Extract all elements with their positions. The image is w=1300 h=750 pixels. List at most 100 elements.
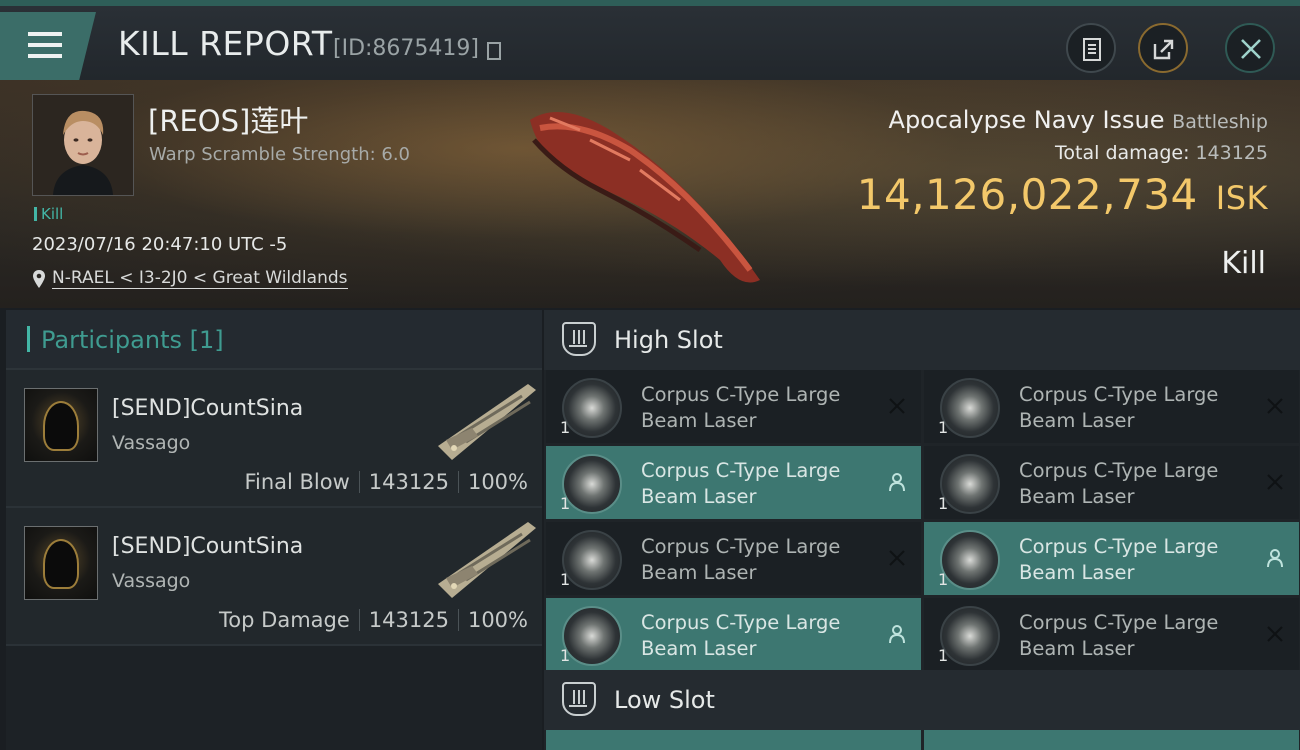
destroyed-icon	[1267, 474, 1283, 490]
module-icon	[940, 530, 1000, 590]
module-name-line1: Corpus C-Type Large	[641, 383, 841, 406]
module-quantity: 1	[938, 494, 949, 513]
module-item[interactable]: 1 Corpus C-Type Large Beam Laser	[924, 522, 1299, 595]
participants-header[interactable]: Participants [1]	[6, 310, 542, 370]
module-name-line2: Beam Laser	[1019, 637, 1135, 660]
module-name-line1: Corpus C-Type Large	[1019, 535, 1219, 558]
low-slot-header: Low Slot	[544, 670, 1300, 730]
copy-icon[interactable]	[487, 42, 501, 60]
warp-scramble-strength: Warp Scramble Strength: 6.0	[149, 144, 411, 165]
total-damage: Total damage: 143125	[1055, 142, 1268, 164]
kill-location[interactable]: N-RAEL < I3-2J0 < Great Wildlands	[32, 268, 348, 289]
module-icon	[940, 606, 1000, 666]
module-quantity: 1	[938, 418, 949, 437]
module-quantity: 1	[560, 646, 571, 665]
module-item[interactable]: 1 Corpus C-Type Large Beam Laser	[924, 598, 1299, 671]
victim-ship-image	[530, 112, 760, 283]
participant-damage: 143125	[368, 608, 449, 632]
participant-percent: 100%	[467, 608, 528, 632]
location-link[interactable]: N-RAEL < I3-2J0 < Great Wildlands	[52, 268, 348, 289]
header-bar: KILL REPORT [ID:8675419]	[0, 0, 1300, 82]
module-item[interactable]: 1 Corpus C-Type Large Beam Laser	[546, 446, 921, 519]
module-name-line2: Beam Laser	[1019, 409, 1135, 432]
victim-pilot-name[interactable]: [REOS]莲叶	[148, 98, 308, 140]
ship-type: Apocalypse Navy Issue	[888, 106, 1165, 134]
clipboard-icon	[1083, 38, 1101, 61]
module-name: Corpus C-Type Large Beam Laser	[1019, 458, 1249, 510]
kill-tag-label: Kill	[41, 205, 64, 223]
module-name-line2: Beam Laser	[641, 637, 757, 660]
isk-amount: 14,126,022,734	[856, 170, 1198, 219]
module-quantity: 1	[560, 418, 571, 437]
low-slot-label: Low Slot	[614, 686, 715, 714]
clipboard-button[interactable]	[1066, 23, 1116, 73]
page-title: KILL REPORT	[118, 24, 333, 63]
module-name: Corpus C-Type Large Beam Laser	[641, 382, 871, 434]
participant-role: Top Damage	[219, 608, 350, 632]
module-name-line2: Beam Laser	[641, 409, 757, 432]
module-item[interactable]: 1 Corpus C-Type Large Beam Laser	[546, 522, 921, 595]
module-name-line2: Beam Laser	[1019, 485, 1135, 508]
victim-portrait[interactable]	[32, 94, 134, 196]
high-slot-icon	[562, 322, 596, 356]
module-item[interactable]: 1 Corpus C-Type Large Beam Laser	[924, 370, 1299, 443]
module-icon	[562, 530, 622, 590]
menu-icon	[28, 32, 62, 36]
participant-stats: Top Damage 143125 100%	[219, 608, 528, 632]
module-quantity: 1	[560, 570, 571, 589]
participant-ship: Vassago	[112, 570, 191, 592]
participant-row[interactable]: [SEND]CountSina Vassago Top Damage 143125…	[6, 508, 542, 646]
module-name: Corpus C-Type Large Beam Laser	[1019, 610, 1249, 662]
participant-name: [SEND]CountSina	[112, 396, 304, 421]
module-name: Corpus C-Type Large Beam Laser	[1019, 534, 1249, 586]
participant-ship-image	[438, 384, 536, 460]
module-name-line2: Beam Laser	[641, 485, 757, 508]
module-name-line1: Corpus C-Type Large	[1019, 611, 1219, 634]
module-icon	[562, 454, 622, 514]
participant-avatar	[24, 526, 98, 600]
participant-role: Final Blow	[244, 470, 350, 494]
low-slot-icon	[562, 682, 596, 716]
location-pin-icon	[33, 270, 45, 288]
share-button[interactable]	[1138, 23, 1188, 73]
module-name: Corpus C-Type Large Beam Laser	[641, 610, 871, 662]
module-icon	[562, 378, 622, 438]
module-name: Corpus C-Type Large Beam Laser	[641, 534, 871, 586]
module-name: Corpus C-Type Large Beam Laser	[641, 458, 871, 510]
module-name-line2: Beam Laser	[1019, 561, 1135, 584]
menu-icon-bar	[28, 43, 62, 47]
module-name: Corpus C-Type Large Beam Laser	[1019, 382, 1249, 434]
close-icon	[1241, 39, 1261, 59]
module-quantity: 1	[938, 570, 949, 589]
destroyed-icon	[889, 398, 905, 414]
kill-tag: Kill	[34, 205, 63, 223]
menu-icon-bar	[28, 54, 62, 58]
low-slot-item[interactable]	[924, 730, 1299, 750]
participant-row[interactable]: [SEND]CountSina Vassago Final Blow 143125…	[6, 370, 542, 508]
participant-stats: Final Blow 143125 100%	[244, 470, 528, 494]
close-button[interactable]	[1225, 23, 1275, 73]
menu-button[interactable]	[0, 12, 96, 82]
report-id: [ID:8675419]	[333, 36, 479, 61]
participant-ship: Vassago	[112, 432, 191, 454]
victim-ship-name: Apocalypse Navy Issue Battleship	[889, 106, 1268, 134]
low-slot-item[interactable]	[546, 730, 921, 750]
kill-result: Kill	[1221, 246, 1266, 281]
victim-avatar	[33, 95, 133, 195]
participants-title: Participants [1]	[41, 326, 224, 354]
high-slot-label: High Slot	[614, 326, 723, 354]
module-item[interactable]: 1 Corpus C-Type Large Beam Laser	[546, 598, 921, 671]
module-item[interactable]: 1 Corpus C-Type Large Beam Laser	[924, 446, 1299, 519]
module-name-line1: Corpus C-Type Large	[641, 535, 841, 558]
participant-percent: 100%	[467, 470, 528, 494]
participant-damage: 143125	[368, 470, 449, 494]
total-damage-label: Total damage:	[1055, 142, 1190, 164]
destroyed-icon	[1267, 626, 1283, 642]
kill-datetime: 2023/07/16 20:47:10 UTC -5	[32, 234, 288, 255]
module-name-line1: Corpus C-Type Large	[641, 459, 841, 482]
module-icon	[940, 378, 1000, 438]
module-item[interactable]: 1 Corpus C-Type Large Beam Laser	[546, 370, 921, 443]
destroyed-icon	[1267, 398, 1283, 414]
share-icon	[1153, 39, 1174, 60]
participant-name: [SEND]CountSina	[112, 534, 304, 559]
